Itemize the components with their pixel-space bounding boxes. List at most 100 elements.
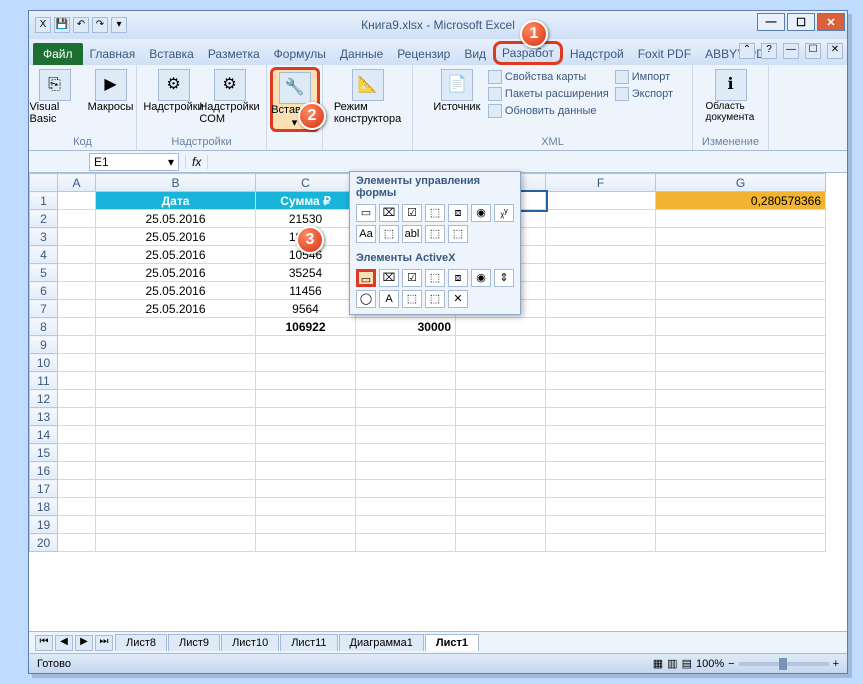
row-header[interactable]: 12 — [30, 390, 58, 408]
date-cell[interactable]: 25.05.2016 — [96, 246, 256, 264]
view-layout-icon[interactable]: ▥ — [667, 657, 677, 670]
sheet-tab[interactable]: Лист9 — [168, 634, 220, 651]
form-control-item[interactable]: ⌧ — [379, 204, 399, 222]
row-header[interactable]: 4 — [30, 246, 58, 264]
view-pagebreak-icon[interactable]: ▤ — [682, 657, 692, 670]
form-control-item[interactable]: Aa — [356, 225, 376, 243]
tab-data[interactable]: Данные — [333, 43, 390, 65]
row-header[interactable]: 8 — [30, 318, 58, 336]
sum-cell[interactable]: 106922 — [256, 318, 356, 336]
col-header[interactable]: B — [96, 174, 256, 192]
sheet-tab[interactable]: Лист8 — [115, 634, 167, 651]
activex-control-item[interactable]: ◉ — [471, 269, 491, 287]
form-control-item[interactable]: ⧈ — [448, 204, 468, 222]
tab-formulas[interactable]: Формулы — [267, 43, 333, 65]
ribbon-minimize-icon[interactable]: ⌃ — [739, 43, 755, 59]
form-control-item[interactable]: ▭ — [356, 204, 376, 222]
doc-minimize-icon[interactable]: — — [783, 43, 799, 59]
nav-first-icon[interactable]: ⏮ — [35, 635, 53, 651]
nav-next-icon[interactable]: ▶ — [75, 635, 93, 651]
value-cell[interactable]: 30000 — [356, 318, 456, 336]
design-mode-button[interactable]: 📐Режим конструктора — [343, 67, 393, 125]
col-header[interactable]: F — [546, 174, 656, 192]
zoom-level[interactable]: 100% — [696, 658, 724, 670]
map-properties-button[interactable]: Свойства карты — [488, 69, 609, 85]
row-header[interactable]: 18 — [30, 498, 58, 516]
row-header[interactable]: 9 — [30, 336, 58, 354]
sheet-tab[interactable]: Лист1 — [425, 634, 479, 651]
qat-dropdown-icon[interactable]: ▾ — [111, 17, 127, 33]
col-header[interactable]: C — [256, 174, 356, 192]
sheet-tab[interactable]: Лист11 — [280, 634, 337, 651]
visual-basic-button[interactable]: ⎘Visual Basic — [30, 67, 80, 125]
form-control-item[interactable]: ⬚ — [448, 225, 468, 243]
activex-control-item[interactable]: A — [379, 290, 399, 308]
activex-control-item[interactable]: ⬚ — [402, 290, 422, 308]
activex-control-item[interactable]: ⇕ — [494, 269, 514, 287]
date-cell[interactable]: 25.05.2016 — [96, 264, 256, 282]
sum-cell[interactable]: 11456 — [256, 282, 356, 300]
row-header[interactable]: 19 — [30, 516, 58, 534]
row-header[interactable]: 2 — [30, 210, 58, 228]
date-cell[interactable]: 25.05.2016 — [96, 300, 256, 318]
zoom-slider[interactable] — [739, 662, 829, 666]
row-header[interactable]: 16 — [30, 462, 58, 480]
namebox-dropdown-icon[interactable]: ▾ — [168, 155, 174, 169]
redo-icon[interactable]: ↷ — [92, 17, 108, 33]
activex-control-item[interactable]: ⬚ — [425, 290, 445, 308]
file-tab[interactable]: Файл — [33, 43, 83, 65]
activex-control-item[interactable]: ✕ — [448, 290, 468, 308]
row-header[interactable]: 17 — [30, 480, 58, 498]
row-header[interactable]: 14 — [30, 426, 58, 444]
col-header[interactable]: G — [656, 174, 826, 192]
row-header[interactable]: 7 — [30, 300, 58, 318]
row-header[interactable]: 11 — [30, 372, 58, 390]
col-header[interactable] — [30, 174, 58, 192]
tab-addins[interactable]: Надстрой — [563, 43, 631, 65]
sum-cell[interactable]: 9564 — [256, 300, 356, 318]
nav-prev-icon[interactable]: ◀ — [55, 635, 73, 651]
row-header[interactable]: 15 — [30, 444, 58, 462]
fx-icon[interactable]: fx — [192, 155, 201, 169]
expansion-packs-button[interactable]: Пакеты расширения — [488, 86, 609, 102]
form-control-item[interactable]: ⬚ — [379, 225, 399, 243]
maximize-button[interactable]: ☐ — [787, 13, 815, 31]
row-header[interactable]: 13 — [30, 408, 58, 426]
date-cell[interactable]: 25.05.2016 — [96, 228, 256, 246]
date-cell[interactable] — [96, 318, 256, 336]
sum-cell[interactable]: 21530 — [256, 210, 356, 228]
table-header-date[interactable]: Дата — [96, 192, 256, 210]
result-cell[interactable]: 0,280578366 — [656, 192, 826, 210]
sum-cell[interactable]: 35254 — [256, 264, 356, 282]
import-button[interactable]: Импорт — [615, 69, 673, 85]
activex-control-item[interactable]: ⬚ — [425, 269, 445, 287]
macros-button[interactable]: ▶Макросы — [86, 67, 136, 113]
tab-view[interactable]: Вид — [457, 43, 493, 65]
date-cell[interactable]: 25.05.2016 — [96, 282, 256, 300]
row-header[interactable]: 5 — [30, 264, 58, 282]
form-control-item[interactable]: ⬚ — [425, 225, 445, 243]
export-button[interactable]: Экспорт — [615, 86, 673, 102]
doc-restore-icon[interactable]: ☐ — [805, 43, 821, 59]
row-header[interactable]: 6 — [30, 282, 58, 300]
undo-icon[interactable]: ↶ — [73, 17, 89, 33]
form-control-item[interactable]: ◉ — [471, 204, 491, 222]
tab-insert[interactable]: Вставка — [142, 43, 201, 65]
help-icon[interactable]: ? — [761, 43, 777, 59]
activex-control-item[interactable]: ☑ — [402, 269, 422, 287]
form-control-item[interactable]: ⬚ — [425, 204, 445, 222]
doc-close-icon[interactable]: ✕ — [827, 43, 843, 59]
form-control-item[interactable]: ᵪʸ — [494, 204, 514, 222]
minimize-button[interactable]: — — [757, 13, 785, 31]
document-panel-button[interactable]: ℹОбласть документа — [706, 67, 756, 123]
nav-last-icon[interactable]: ⏭ — [95, 635, 113, 651]
save-icon[interactable]: 💾 — [54, 17, 70, 33]
table-header-sum[interactable]: Сумма ₽ — [256, 192, 356, 210]
tab-review[interactable]: Рецензир — [390, 43, 457, 65]
row-header[interactable]: 20 — [30, 534, 58, 552]
refresh-data-button[interactable]: Обновить данные — [488, 103, 609, 119]
row-header[interactable]: 1 — [30, 192, 58, 210]
row-header[interactable]: 3 — [30, 228, 58, 246]
tab-home[interactable]: Главная — [83, 43, 143, 65]
activex-control-item[interactable]: ⌧ — [379, 269, 399, 287]
